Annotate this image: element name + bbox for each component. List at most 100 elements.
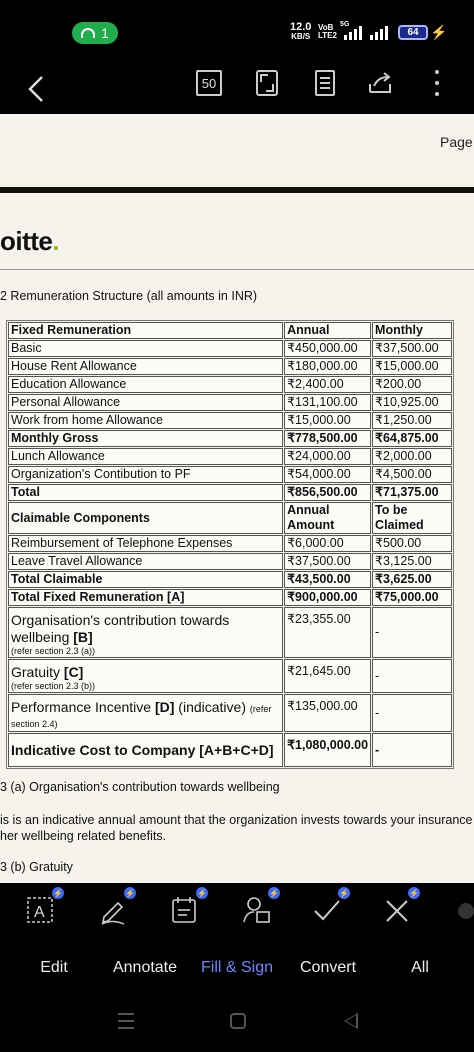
footnote-b-heading: 3 (b) Gratuity xyxy=(0,860,73,874)
table-cell: ₹3,125.00 xyxy=(372,553,452,570)
table-cell: Claimable Components xyxy=(8,502,284,534)
table-cell: Total Fixed Remuneration [A] xyxy=(8,589,284,606)
table-cell: ₹131,100.00 xyxy=(284,394,372,411)
fit-screen-icon[interactable] xyxy=(256,70,278,96)
cell-text: (indicative) xyxy=(174,699,250,715)
table-cell: ₹43,500.00 xyxy=(284,571,372,588)
table-cell: ₹6,000.00 xyxy=(284,535,372,552)
back-icon[interactable] xyxy=(344,1013,358,1029)
footnote-a-text: is is an indicative annual amount that t… xyxy=(0,813,473,843)
home-icon[interactable] xyxy=(230,1013,246,1029)
user-doc-icon[interactable]: ⚡ xyxy=(242,887,280,925)
reading-mode-icon[interactable] xyxy=(315,70,335,96)
table-row: Claimable Components Annual Amount To be C… xyxy=(8,502,452,534)
table-cell: ₹2,000.00 xyxy=(372,448,452,465)
table-cell: ₹64,875.00 xyxy=(372,430,452,447)
hotspot-count: 1 xyxy=(101,25,109,41)
tab-edit[interactable]: Edit xyxy=(9,959,99,977)
cell-text: Gratuity xyxy=(11,664,64,680)
cell-text: (refer section 2.3 (a)) xyxy=(11,646,96,656)
cell-text: Performance Incentive xyxy=(11,699,155,715)
signal-icon-2 xyxy=(370,26,388,40)
table-cell: ₹856,500.00 xyxy=(284,484,372,501)
tab-fill-sign[interactable]: Fill & Sign xyxy=(192,959,282,977)
more-options-icon[interactable] xyxy=(434,70,440,96)
table-row: Total ₹856,500.00 ₹71,375.00 xyxy=(8,484,452,501)
page-separator xyxy=(0,187,474,193)
table-cell: House Rent Allowance xyxy=(8,358,284,375)
charging-icon: ⚡ xyxy=(430,24,448,40)
table-cell: ₹4,500.00 xyxy=(372,466,452,483)
table-cell: - xyxy=(372,733,452,767)
table-row: Total Claimable ₹43,500.00 ₹3,625.00 xyxy=(8,571,452,588)
share-icon[interactable] xyxy=(368,72,394,94)
table-row: Gratuity [C] (refer section 2.3 (b)) ₹21,6… xyxy=(8,659,452,693)
document-page[interactable]: Page oitte. 2 Remuneration Structure (al… xyxy=(0,114,474,883)
table-cell: - xyxy=(372,694,452,732)
premium-badge-icon: ⚡ xyxy=(268,887,280,899)
recent-apps-icon[interactable] xyxy=(118,1013,134,1029)
table-cell: ₹21,645.00 xyxy=(284,659,372,693)
check-icon[interactable]: ⚡ xyxy=(312,887,350,925)
network-speed: 12.0 KB/S xyxy=(290,21,312,42)
table-cell: Monthly Gross xyxy=(8,430,284,447)
table-row: Total Fixed Remuneration [A] ₹900,000.00 ₹… xyxy=(8,589,452,606)
table-cell: Education Allowance xyxy=(8,376,284,393)
back-arrow-icon[interactable] xyxy=(26,74,46,104)
table-cell: Annual xyxy=(284,322,372,339)
scroll-indicator xyxy=(458,903,474,919)
table-cell: ₹1,250.00 xyxy=(372,412,452,429)
table-cell: - xyxy=(372,659,452,693)
cell-text: [D] xyxy=(154,699,175,715)
premium-badge-icon: ⚡ xyxy=(338,887,350,899)
table-cell: ₹10,925.00 xyxy=(372,394,452,411)
table-row: Work from home Allowance ₹15,000.00 ₹1,250… xyxy=(8,412,452,429)
table-cell: Personal Allowance xyxy=(8,394,284,411)
page-count: 50 xyxy=(201,75,217,91)
table-cell: Total Claimable xyxy=(8,571,284,588)
table-row: Education Allowance ₹2,400.00 ₹200.00 xyxy=(8,376,452,393)
table-cell: ₹23,355.00 xyxy=(284,607,372,658)
table-cell: Basic xyxy=(8,340,284,357)
table-row: Monthly Gross ₹778,500.00 ₹64,875.00 xyxy=(8,430,452,447)
volte-indicator: VoB LTE2 xyxy=(318,23,337,40)
tab-convert[interactable]: Convert xyxy=(283,959,373,977)
table-cell: ₹54,000.00 xyxy=(284,466,372,483)
premium-badge-icon: ⚡ xyxy=(124,887,136,899)
table-row: Indicative Cost to Company [A+B+C+D] ₹1,0… xyxy=(8,733,452,767)
battery-level: 64 xyxy=(407,27,419,38)
form-icon[interactable]: ⚡ xyxy=(170,887,208,925)
table-cell: Organization's Contibution to PF xyxy=(8,466,284,483)
section-heading: 2 Remuneration Structure (all amounts in… xyxy=(0,289,258,303)
signal-icon xyxy=(344,26,362,40)
table-cell: ₹37,500.00 xyxy=(372,340,452,357)
table-row: Fixed Remuneration Annual Monthly xyxy=(8,322,452,339)
table-cell: ₹15,000.00 xyxy=(372,358,452,375)
footnote-a-heading: 3 (a) Organisation's contribution toward… xyxy=(0,780,280,794)
tab-annotate[interactable]: Annotate xyxy=(100,959,190,977)
table-cell: ₹200.00 xyxy=(372,376,452,393)
table-cell: ₹24,000.00 xyxy=(284,448,372,465)
table-cell: Monthly xyxy=(372,322,452,339)
table-cell: ₹135,000.00 xyxy=(284,694,372,732)
cross-icon[interactable]: ⚡ xyxy=(382,887,420,925)
cell-text: [C] xyxy=(63,664,84,680)
table-cell: ₹2,400.00 xyxy=(284,376,372,393)
table-row: Personal Allowance ₹131,100.00 ₹10,925.00 xyxy=(8,394,452,411)
cell-text: Organisation's contribution towards well… xyxy=(11,612,230,645)
table-cell: ₹37,500.00 xyxy=(284,553,372,570)
cell-text: [B] xyxy=(73,629,93,645)
table-cell: Annual Amount xyxy=(284,502,372,534)
table-cell: ₹3,625.00 xyxy=(372,571,452,588)
table-cell: Organisation's contribution towards well… xyxy=(8,607,284,658)
table-cell: - xyxy=(372,607,452,658)
page-count-button[interactable]: 50 xyxy=(196,70,222,96)
table-cell: Fixed Remuneration xyxy=(8,322,284,339)
hotspot-indicator[interactable]: 1 xyxy=(72,22,118,44)
table-cell: ₹71,375.00 xyxy=(372,484,452,501)
page-label: Page xyxy=(440,134,473,150)
table-row: Leave Travel Allowance ₹37,500.00 ₹3,125.0… xyxy=(8,553,452,570)
pen-icon[interactable]: ⚡ xyxy=(98,887,136,925)
tab-all[interactable]: All xyxy=(375,959,465,977)
text-edit-icon[interactable]: A ⚡ xyxy=(26,887,64,925)
